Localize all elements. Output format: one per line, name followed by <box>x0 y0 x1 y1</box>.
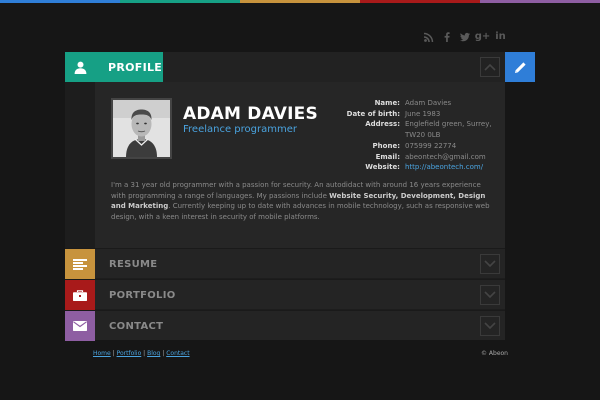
collapse-button[interactable] <box>480 57 500 77</box>
info-value: June 1983 <box>405 109 441 118</box>
chevron-up-icon <box>484 63 496 71</box>
google-plus-icon[interactable]: g+ <box>475 31 491 42</box>
profile-info-table: Name: Adam Davies Date of birth: June 19… <box>313 98 503 173</box>
linkedin-icon[interactable]: in <box>495 31 506 42</box>
expand-button[interactable] <box>480 316 500 336</box>
info-row-phone: Phone: 075999 22774 <box>313 141 503 152</box>
info-row-dob: Date of birth: June 1983 <box>313 109 503 120</box>
footer-link-portfolio[interactable]: Portfolio <box>117 350 142 357</box>
chevron-down-icon <box>484 322 496 330</box>
profile-job-title: Freelance programmer <box>183 124 297 135</box>
footer-link-home[interactable]: Home <box>93 350 111 357</box>
profile-tab-label: PROFILE <box>108 60 163 74</box>
profile-photo <box>111 98 172 159</box>
info-key: Date of birth: <box>346 109 400 118</box>
rss-icon[interactable] <box>423 31 434 42</box>
section-label: RESUME <box>109 259 158 270</box>
expand-button[interactable] <box>480 254 500 274</box>
profile-tab[interactable]: PROFILE <box>65 52 163 82</box>
top-color-bar <box>0 0 600 3</box>
color-strip <box>120 0 240 3</box>
info-value: abeontech@gmail.com <box>405 152 486 161</box>
briefcase-icon <box>65 280 95 310</box>
section-label: PORTFOLIO <box>109 290 176 301</box>
section-contact[interactable]: CONTACT <box>65 310 505 341</box>
info-row-email: Email: abeontech@gmail.com <box>313 152 503 163</box>
footer-link-blog[interactable]: Blog <box>147 350 160 357</box>
social-links: g+ in <box>423 31 506 42</box>
bio-text-end: . Currently keeping up to date with adva… <box>111 202 490 221</box>
footer-link-contact[interactable]: Contact <box>166 350 189 357</box>
twitter-icon[interactable] <box>459 31 470 42</box>
expand-button[interactable] <box>480 285 500 305</box>
chevron-down-icon <box>484 291 496 299</box>
section-portfolio[interactable]: PORTFOLIO <box>65 279 505 310</box>
info-value: Adam Davies <box>405 99 452 107</box>
info-key: Address: <box>365 120 400 129</box>
website-link[interactable]: http://abeontech.com/ <box>405 162 503 173</box>
color-strip <box>480 0 600 3</box>
info-key: Website: <box>365 163 400 172</box>
edit-button[interactable] <box>505 52 535 82</box>
section-resume[interactable]: RESUME <box>65 248 505 279</box>
facebook-icon[interactable] <box>441 31 452 42</box>
profile-bio: I'm a 31 year old programmer with a pass… <box>111 180 491 222</box>
info-key: Name: <box>374 99 400 107</box>
user-icon <box>65 52 95 82</box>
info-value: Englefield green, Surrey, TW20 0LB <box>405 120 492 140</box>
info-value: 075999 22774 <box>405 141 457 150</box>
resume-lines-icon <box>65 249 95 279</box>
color-strip <box>360 0 480 3</box>
copyright-text: © Abeon <box>481 350 508 357</box>
chevron-down-icon <box>484 260 496 268</box>
profile-content: ADAM DAVIES Freelance programmer Name: A… <box>95 82 505 248</box>
info-row-website: Website: http://abeontech.com/ <box>313 162 503 173</box>
footer-nav: Home | Portfolio | Blog | Contact <box>93 350 190 357</box>
color-strip <box>240 0 360 3</box>
info-key: Email: <box>375 152 400 161</box>
profile-name: ADAM DAVIES <box>183 104 318 124</box>
section-label: CONTACT <box>109 321 164 332</box>
info-row-name: Name: Adam Davies <box>313 98 503 109</box>
envelope-icon <box>65 311 95 341</box>
info-row-address: Address: Englefield green, Surrey, TW20 … <box>313 119 503 140</box>
info-key: Phone: <box>372 141 400 150</box>
main-panel: PROFILE ADAM DAVIES Freelance programmer <box>65 52 505 341</box>
profile-header[interactable]: PROFILE <box>65 52 505 82</box>
color-strip <box>0 0 120 3</box>
pencil-icon <box>514 61 526 73</box>
